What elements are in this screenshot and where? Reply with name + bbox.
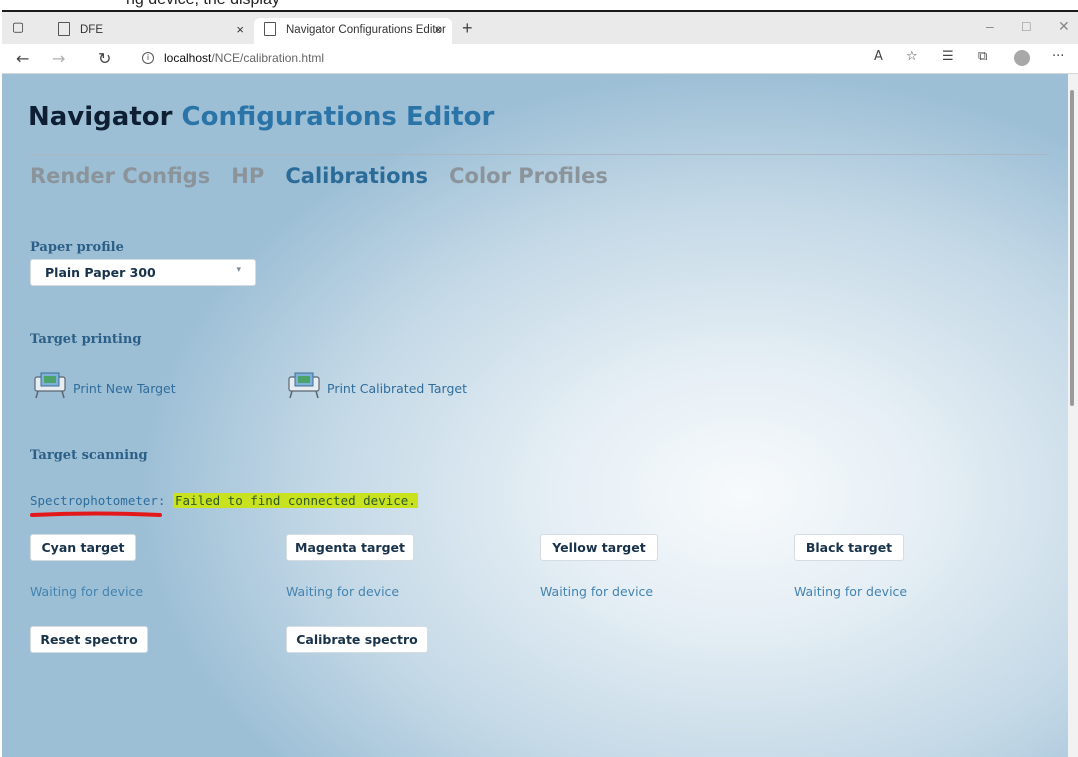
maximize-icon[interactable]: □ [1022,18,1030,34]
window-close-icon[interactable]: ✕ [1058,18,1070,35]
address-bar: ← → ↻ i localhost/NCE/calibration.html A… [2,44,1078,74]
add-favorite-icon[interactable]: ☆ [906,49,918,64]
url-field[interactable]: localhost/NCE/calibration.html [164,51,324,65]
nav-calibrations[interactable]: Calibrations [285,164,428,188]
magenta-target-button[interactable]: Magenta target [286,534,414,561]
title-word-configurations-editor: Configurations Editor [181,102,495,132]
tab-title: DFE [80,24,103,36]
tab-title: Navigator Configurations Editor [286,24,446,36]
spectrophotometer-row: Spectrophotometer: Failed to find connec… [30,493,418,508]
main-nav: Render Configs HP Calibrations Color Pro… [30,164,624,188]
caption-text: ng device, the display [126,0,280,9]
paper-profile-value: Plain Paper 300 [45,265,156,280]
nav-color-profiles[interactable]: Color Profiles [449,164,608,188]
red-underline-annotation [30,511,162,517]
url-host: localhost [164,51,212,65]
reset-spectro-button[interactable]: Reset spectro [30,626,148,653]
target-scanning-label: Target scanning [30,448,148,463]
print-calibrated-target-label: Print Calibrated Target [327,381,467,396]
black-target-status: Waiting for device [794,584,908,599]
profile-icon[interactable] [1014,50,1030,66]
browser-window: ▢ DFE × Navigator Configurations Editor … [2,10,1078,757]
page-title: Navigator Configurations Editor [28,102,494,132]
nav-hp[interactable]: HP [231,164,264,188]
printer-icon [34,372,66,399]
forward-arrow-icon[interactable]: → [52,49,65,68]
title-word-navigator: Navigator [28,102,173,132]
top-caption: ng device, the display [0,0,1078,10]
print-new-target-label: Print New Target [73,381,176,396]
favorites-icon[interactable]: ☰ [942,49,954,64]
print-calibrated-target-link[interactable]: Print Calibrated Target [286,371,486,401]
black-target-button[interactable]: Black target [794,534,904,561]
cyan-target-button[interactable]: Cyan target [30,534,136,561]
tab-navigator-configurations-editor[interactable]: Navigator Configurations Editor × [254,18,452,44]
collections-icon[interactable]: ⧉ [978,49,987,64]
yellow-target-status: Waiting for device [540,584,654,599]
cyan-target-status: Waiting for device [30,584,144,599]
close-tab-icon[interactable]: × [236,22,244,37]
page-viewport: Navigator Configurations Editor Render C… [2,74,1068,757]
nav-render-configs[interactable]: Render Configs [30,164,210,188]
chevron-down-icon: ▾ [236,265,241,275]
url-path: /NCE/calibration.html [211,51,325,65]
spectrophotometer-status: Failed to find connected device. [173,493,418,508]
printer-icon [288,372,320,399]
magenta-target-status: Waiting for device [286,584,400,599]
close-tab-icon[interactable]: × [434,22,442,37]
minimize-icon[interactable]: – [986,18,994,34]
page-icon [264,22,276,36]
back-arrow-icon[interactable]: ← [16,49,29,68]
paper-profile-label: Paper profile [30,240,124,255]
tab-strip: ▢ DFE × Navigator Configurations Editor … [2,12,1078,44]
target-printing-label: Target printing [30,332,142,347]
print-new-target-link[interactable]: Print New Target [32,371,192,401]
page-icon [58,22,70,36]
more-icon[interactable]: ··· [1052,49,1064,64]
calibrate-spectro-button[interactable]: Calibrate spectro [286,626,428,653]
tab-actions-icon[interactable]: ▢ [10,20,26,36]
paper-profile-select[interactable]: Plain Paper 300 ▾ [30,259,256,286]
spectrophotometer-label: Spectrophotometer: [30,493,166,508]
read-aloud-icon[interactable]: A [874,49,883,64]
scrollbar-thumb[interactable] [1070,90,1074,406]
info-icon[interactable]: i [142,52,154,64]
refresh-icon[interactable]: ↻ [98,49,111,68]
tab-dfe[interactable]: DFE × [48,18,254,44]
title-divider [28,154,1048,155]
new-tab-button[interactable]: + [462,18,473,39]
vertical-scrollbar[interactable] [1068,74,1078,757]
yellow-target-button[interactable]: Yellow target [540,534,658,561]
